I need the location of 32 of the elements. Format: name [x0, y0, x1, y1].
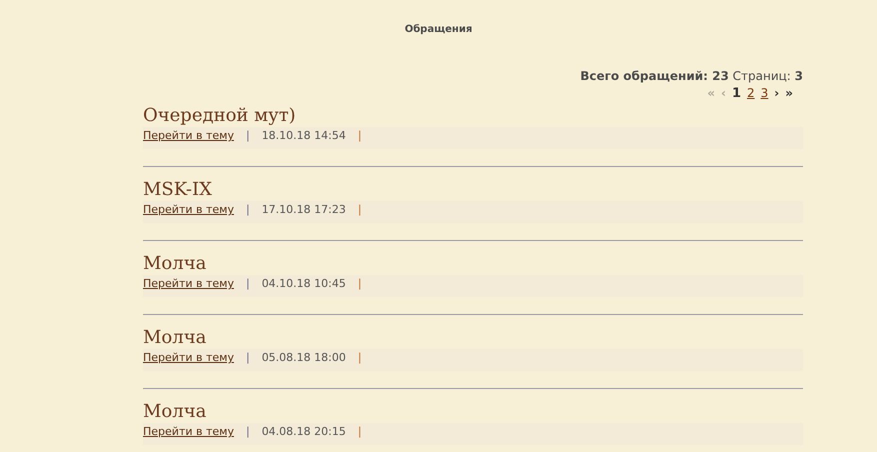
topic-title: Молча: [143, 253, 208, 275]
topic-title: Молча: [143, 401, 208, 423]
separator: |: [358, 203, 362, 216]
separator: |: [246, 351, 250, 364]
topic-date: 17.10.18 17:23: [262, 203, 346, 216]
page-link[interactable]: 1: [732, 86, 741, 101]
page-link[interactable]: 2: [747, 86, 755, 100]
topic-title: Очередной мут): [143, 105, 297, 127]
separator: |: [358, 425, 362, 438]
topic-link[interactable]: Перейти в тему: [143, 425, 234, 438]
separator: |: [358, 351, 362, 364]
separator: |: [358, 277, 362, 290]
separator: |: [246, 203, 250, 216]
topic-date: 05.08.18 18:00: [262, 351, 346, 364]
topic-link[interactable]: Перейти в тему: [143, 129, 234, 142]
pager-arrow[interactable]: ›: [774, 86, 780, 100]
separator: |: [246, 425, 250, 438]
topic-link[interactable]: Перейти в тему: [143, 277, 234, 290]
topic-title: Молча: [143, 327, 208, 349]
topic-date: 18.10.18 14:54: [262, 129, 346, 142]
pager-arrow[interactable]: »: [785, 86, 793, 100]
page-link[interactable]: 3: [760, 86, 768, 100]
topics-summary: Всего обращений: 23 Страниц: 3: [579, 69, 803, 83]
topic-title: MSK-IX: [143, 179, 213, 201]
topic-link[interactable]: Перейти в тему: [143, 351, 234, 364]
separator: |: [246, 129, 250, 142]
topic-link[interactable]: Перейти в тему: [143, 203, 234, 216]
separator: |: [358, 129, 362, 142]
separator: |: [246, 277, 250, 290]
page-title: Обращения: [404, 24, 474, 35]
topic-date: 04.10.18 10:45: [262, 277, 346, 290]
topic-date: 04.08.18 20:15: [262, 425, 346, 438]
